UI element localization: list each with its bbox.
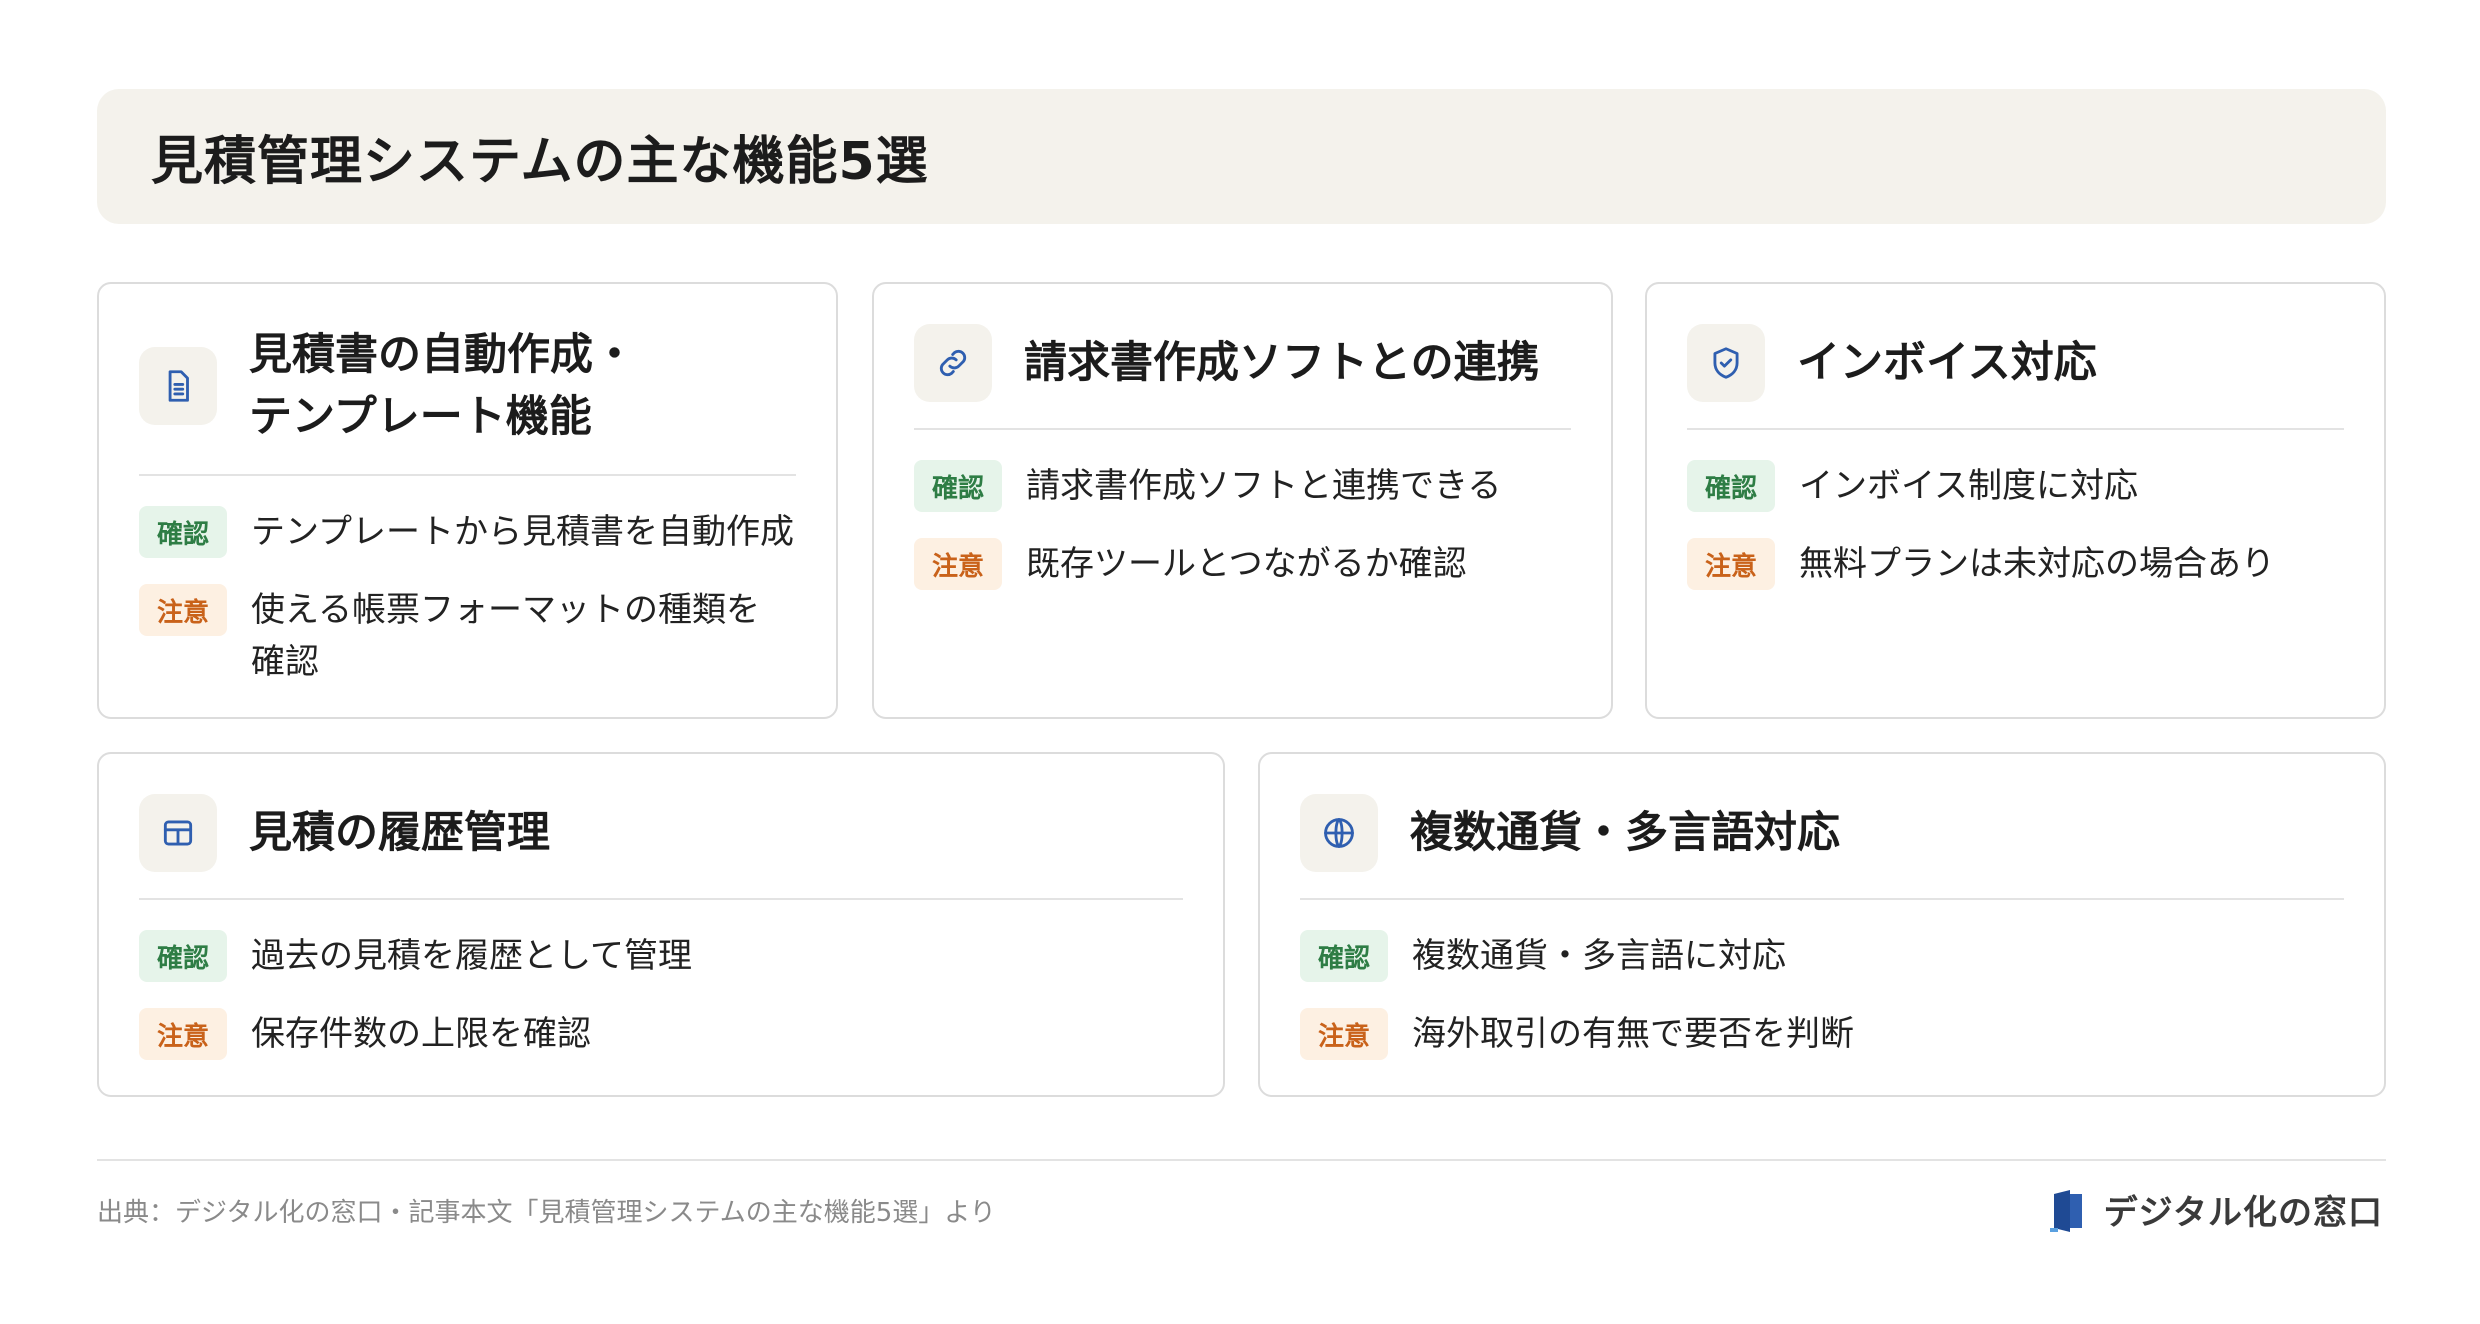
card-title: 見積の履歴管理 (249, 808, 550, 858)
feature-card-auto-estimate: 見積書の自動作成・ テンプレート機能 確認 テンプレートから見積書を自動作成 注… (97, 282, 838, 719)
feature-card-invoice-link: 請求書作成ソフトとの連携 確認 請求書作成ソフトと連携できる 注意 既存ツールと… (872, 282, 1613, 719)
shield-check-icon (1687, 324, 1765, 402)
card-title: インボイス対応 (1797, 338, 2097, 388)
confirm-badge: 確認 (139, 506, 227, 558)
table-icon (139, 794, 217, 872)
page-title: 見積管理システムの主な機能5選 (151, 132, 929, 192)
card-title: 請求書作成ソフトとの連携 (1024, 338, 1540, 388)
card-header: 見積書の自動作成・ テンプレート機能 (139, 324, 796, 476)
check-text: テンプレートから見積書を自動作成 (251, 512, 794, 552)
caution-badge: 注意 (1687, 538, 1775, 590)
check-row: 確認 テンプレートから見積書を自動作成 (139, 506, 796, 558)
caution-row: 注意 無料プランは未対応の場合あり (1687, 538, 2344, 590)
caution-row: 注意 既存ツールとつながるか確認 (914, 538, 1571, 590)
card-header: 複数通貨・多言語対応 (1300, 794, 2344, 900)
card-header: 見積の履歴管理 (139, 794, 1183, 900)
feature-card-invoice-system: インボイス対応 確認 インボイス制度に対応 注意 無料プランは未対応の場合あり (1645, 282, 2386, 719)
confirm-badge: 確認 (139, 930, 227, 982)
door-logo-icon (2049, 1189, 2082, 1232)
card-header: 請求書作成ソフトとの連携 (914, 324, 1571, 430)
caution-row: 注意 海外取引の有無で要否を判断 (1300, 1008, 2344, 1060)
caution-row: 注意 保存件数の上限を確認 (139, 1008, 1183, 1060)
brand-logo: デジタル化の窓口 (2049, 1185, 2383, 1234)
card-title: 複数通貨・多言語対応 (1410, 808, 1840, 858)
source-caption: 出典：デジタル化の窓口・記事本文「見積管理システムの主な機能5選」より (97, 1198, 996, 1228)
caution-row: 注意 使える帳票フォーマットの種類を 確認 (139, 584, 796, 688)
check-row: 確認 請求書作成ソフトと連携できる (914, 460, 1571, 512)
check-text: 複数通貨・多言語に対応 (1412, 936, 1786, 976)
check-row: 確認 インボイス制度に対応 (1687, 460, 2344, 512)
caution-badge: 注意 (139, 584, 227, 636)
caution-text: 保存件数の上限を確認 (251, 1014, 591, 1054)
caution-badge: 注意 (139, 1008, 227, 1060)
check-row: 確認 過去の見積を履歴として管理 (139, 930, 1183, 982)
card-header: インボイス対応 (1687, 324, 2344, 430)
title-banner: 見積管理システムの主な機能5選 (97, 89, 2386, 224)
caution-text: 使える帳票フォーマットの種類を 確認 (251, 590, 760, 682)
caution-text: 海外取引の有無で要否を判断 (1412, 1014, 1854, 1054)
caution-badge: 注意 (1300, 1008, 1388, 1060)
check-text: インボイス制度に対応 (1799, 466, 2138, 506)
globe-icon (1300, 794, 1378, 872)
feature-card-history: 見積の履歴管理 確認 過去の見積を履歴として管理 注意 保存件数の上限を確認 (97, 752, 1225, 1097)
confirm-badge: 確認 (914, 460, 1002, 512)
caution-badge: 注意 (914, 538, 1002, 590)
card-title: 見積書の自動作成・ テンプレート機能 (249, 330, 636, 442)
brand-name: デジタル化の窓口 (2103, 1193, 2383, 1233)
caution-text: 既存ツールとつながるか確認 (1026, 544, 1467, 584)
feature-card-multi-currency: 複数通貨・多言語対応 確認 複数通貨・多言語に対応 注意 海外取引の有無で要否を… (1258, 752, 2386, 1097)
check-text: 請求書作成ソフトと連携できる (1026, 466, 1502, 506)
document-icon (139, 347, 217, 425)
footer-divider (97, 1159, 2386, 1161)
link-icon (914, 324, 992, 402)
confirm-badge: 確認 (1300, 930, 1388, 982)
check-text: 過去の見積を履歴として管理 (251, 936, 692, 976)
caution-text: 無料プランは未対応の場合あり (1799, 544, 2275, 584)
check-row: 確認 複数通貨・多言語に対応 (1300, 930, 2344, 982)
confirm-badge: 確認 (1687, 460, 1775, 512)
